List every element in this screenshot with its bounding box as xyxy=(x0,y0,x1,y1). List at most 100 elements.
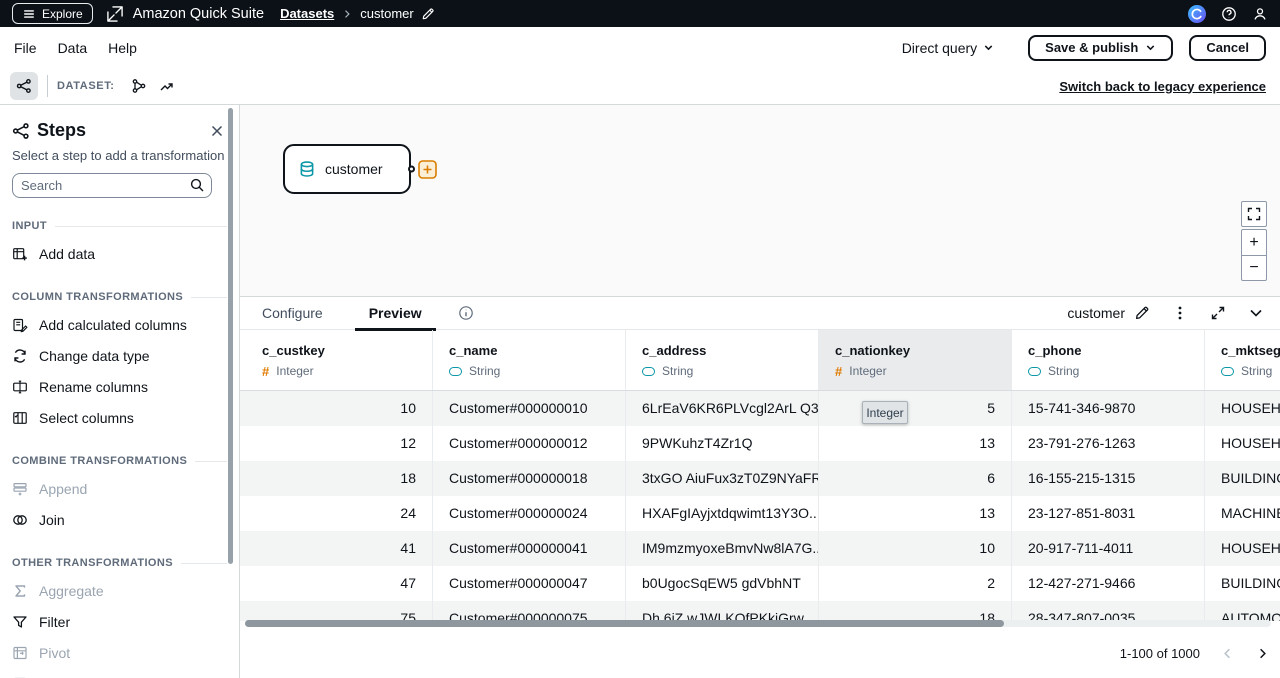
cell-c_custkey: 47 xyxy=(240,566,433,601)
cell-c_custkey: 41 xyxy=(240,531,433,566)
table-row: 47Customer#000000047b0UgocSqEW5 gdVbhNT2… xyxy=(240,566,1280,601)
data-preview-table: c_custkey#Integerc_nameStringc_addressSt… xyxy=(240,330,1280,621)
cell-c_name: Customer#000000024 xyxy=(433,496,626,531)
assistant-icon[interactable] xyxy=(1188,5,1206,23)
column-header-c_nationkey[interactable]: c_nationkey#Integer xyxy=(819,330,1012,390)
collapse-panel-icon[interactable] xyxy=(1248,305,1264,321)
sidebar-item-filter[interactable]: Filter xyxy=(12,606,227,637)
direct-query-button[interactable]: Direct query xyxy=(902,40,994,56)
flow-canvas[interactable]: customer + − xyxy=(240,105,1280,297)
column-type: String xyxy=(1221,364,1280,378)
sidebar-item-append: Append xyxy=(12,473,227,504)
column-header-c_phone[interactable]: c_phoneString xyxy=(1012,330,1205,390)
column-header-c_mktsegment[interactable]: c_mktsegmentString xyxy=(1205,330,1280,390)
zoom-out-button[interactable]: − xyxy=(1241,255,1267,281)
close-sidebar-icon[interactable] xyxy=(209,123,225,139)
expand-panel-icon[interactable] xyxy=(1210,305,1226,321)
save-publish-button[interactable]: Save & publish xyxy=(1028,35,1173,61)
sidebar-item-join[interactable]: Join xyxy=(12,504,227,535)
chevron-down-icon xyxy=(983,42,994,53)
menu-data[interactable]: Data xyxy=(58,40,88,56)
legacy-experience-link[interactable]: Switch back to legacy experience xyxy=(1059,79,1270,94)
pagination-label: 1-100 of 1000 xyxy=(1120,646,1200,661)
column-type: #Integer xyxy=(262,364,416,378)
table-row: 41Customer#000000041IM9mzmyoxeBmvNw8lA7G… xyxy=(240,531,1280,566)
cell-c_phone: 20-917-711-4011 xyxy=(1012,531,1205,566)
cancel-button[interactable]: Cancel xyxy=(1189,35,1266,61)
flow-view-button[interactable] xyxy=(153,72,181,100)
section-header-other-transformations: OTHER TRANSFORMATIONS xyxy=(12,557,227,569)
cell-c_mktsegment: HOUSEHOLD xyxy=(1205,391,1280,426)
explore-label: Explore xyxy=(42,7,83,21)
breadcrumb-datasets-link[interactable]: Datasets xyxy=(280,6,334,21)
column-header-c_custkey[interactable]: c_custkey#Integer xyxy=(240,330,433,390)
column-header-c_address[interactable]: c_addressString xyxy=(626,330,819,390)
cell-c_mktsegment: BUILDING xyxy=(1205,566,1280,601)
tab-configure[interactable]: Configure xyxy=(248,297,337,330)
breadcrumb-chevron-icon xyxy=(341,8,353,20)
branch-icon xyxy=(131,78,147,94)
cell-c_phone: 23-127-851-8031 xyxy=(1012,496,1205,531)
sidebar-item-select-columns[interactable]: Select columns xyxy=(12,402,227,433)
node-output-connector[interactable] xyxy=(408,166,415,173)
cell-c_address: IM9mzmyoxeBmvNw8lA7G... xyxy=(626,531,819,566)
scrollbar-thumb[interactable] xyxy=(245,620,1004,627)
cell-c_nationkey: 5 xyxy=(819,391,1012,426)
preview-dataset-name: customer xyxy=(1067,305,1125,321)
table-row: 75Customer#000000075Dh 6jZ wJWLKOfPKkiGr… xyxy=(240,601,1280,621)
preview-panel: Configure Preview customer c_cust xyxy=(240,297,1280,678)
integer-type-icon: # xyxy=(262,365,269,378)
search-input[interactable] xyxy=(12,173,212,198)
steps-icon xyxy=(16,78,32,94)
dataset-node-customer[interactable]: customer xyxy=(283,144,411,194)
menu-help[interactable]: Help xyxy=(108,40,137,56)
prev-page-icon[interactable] xyxy=(1220,646,1235,661)
sidebar-item-change-data-type[interactable]: Change data type xyxy=(12,340,227,371)
add-data-icon xyxy=(12,246,28,262)
direct-query-label: Direct query xyxy=(902,40,977,56)
sidebar-item-unpivot: Unpivot xyxy=(12,668,227,678)
menu-file[interactable]: File xyxy=(14,40,37,56)
top-nav-bar: Explore Amazon Quick Suite Datasets cust… xyxy=(0,0,1280,27)
sidebar-item-rename-columns[interactable]: Rename columns xyxy=(12,371,227,402)
sidebar-item-add-data[interactable]: Add data xyxy=(12,238,227,269)
sidebar-item-pivot: Pivot xyxy=(12,637,227,668)
cell-c_mktsegment: HOUSEHOLD xyxy=(1205,531,1280,566)
user-icon[interactable] xyxy=(1252,6,1268,22)
select-columns-icon xyxy=(12,410,28,426)
cell-c_address: 9PWKuhzT4Zr1Q xyxy=(626,426,819,461)
cell-c_name: Customer#000000041 xyxy=(433,531,626,566)
schema-view-button[interactable] xyxy=(125,72,153,100)
sidebar-item-add-calculated-columns[interactable]: Add calculated columns xyxy=(12,309,227,340)
pagination: 1-100 of 1000 xyxy=(1120,628,1270,678)
quick-suite-logo xyxy=(105,4,125,24)
integer-type-icon: # xyxy=(835,365,842,378)
next-page-icon[interactable] xyxy=(1255,646,1270,661)
steps-view-button[interactable] xyxy=(10,72,38,100)
preview-tabs-row: Configure Preview customer xyxy=(240,297,1280,330)
add-step-icon[interactable] xyxy=(418,160,437,179)
column-type: String xyxy=(449,364,609,378)
horizontal-scrollbar[interactable] xyxy=(245,620,1271,627)
sidebar-scrollbar[interactable] xyxy=(228,108,233,564)
divider xyxy=(47,75,48,97)
fit-view-button[interactable] xyxy=(1241,201,1267,227)
help-icon[interactable] xyxy=(1221,6,1237,22)
rename-dataset-icon[interactable] xyxy=(421,7,435,21)
kebab-menu-icon[interactable] xyxy=(1172,305,1188,321)
tab-preview[interactable]: Preview xyxy=(355,297,436,330)
table-row: 24Customer#000000024HXAFgIAyjxtdqwimt13Y… xyxy=(240,496,1280,531)
trend-icon xyxy=(159,78,175,94)
steps-icon xyxy=(12,122,30,140)
explore-button[interactable]: Explore xyxy=(12,3,93,24)
cell-c_mktsegment: HOUSEHOLD xyxy=(1205,426,1280,461)
edit-name-icon[interactable] xyxy=(1134,305,1150,321)
column-header-c_name[interactable]: c_nameString xyxy=(433,330,626,390)
zoom-in-button[interactable]: + xyxy=(1241,229,1267,255)
cell-c_address: HXAFgIAyjxtdqwimt13Y3O... xyxy=(626,496,819,531)
sidebar-title: Steps xyxy=(37,120,86,141)
info-icon[interactable] xyxy=(458,305,474,321)
drag-ghost-type-chip: Integer xyxy=(862,401,908,424)
section-header-column-transformations: COLUMN TRANSFORMATIONS xyxy=(12,291,227,303)
cell-c_custkey: 75 xyxy=(240,601,433,621)
